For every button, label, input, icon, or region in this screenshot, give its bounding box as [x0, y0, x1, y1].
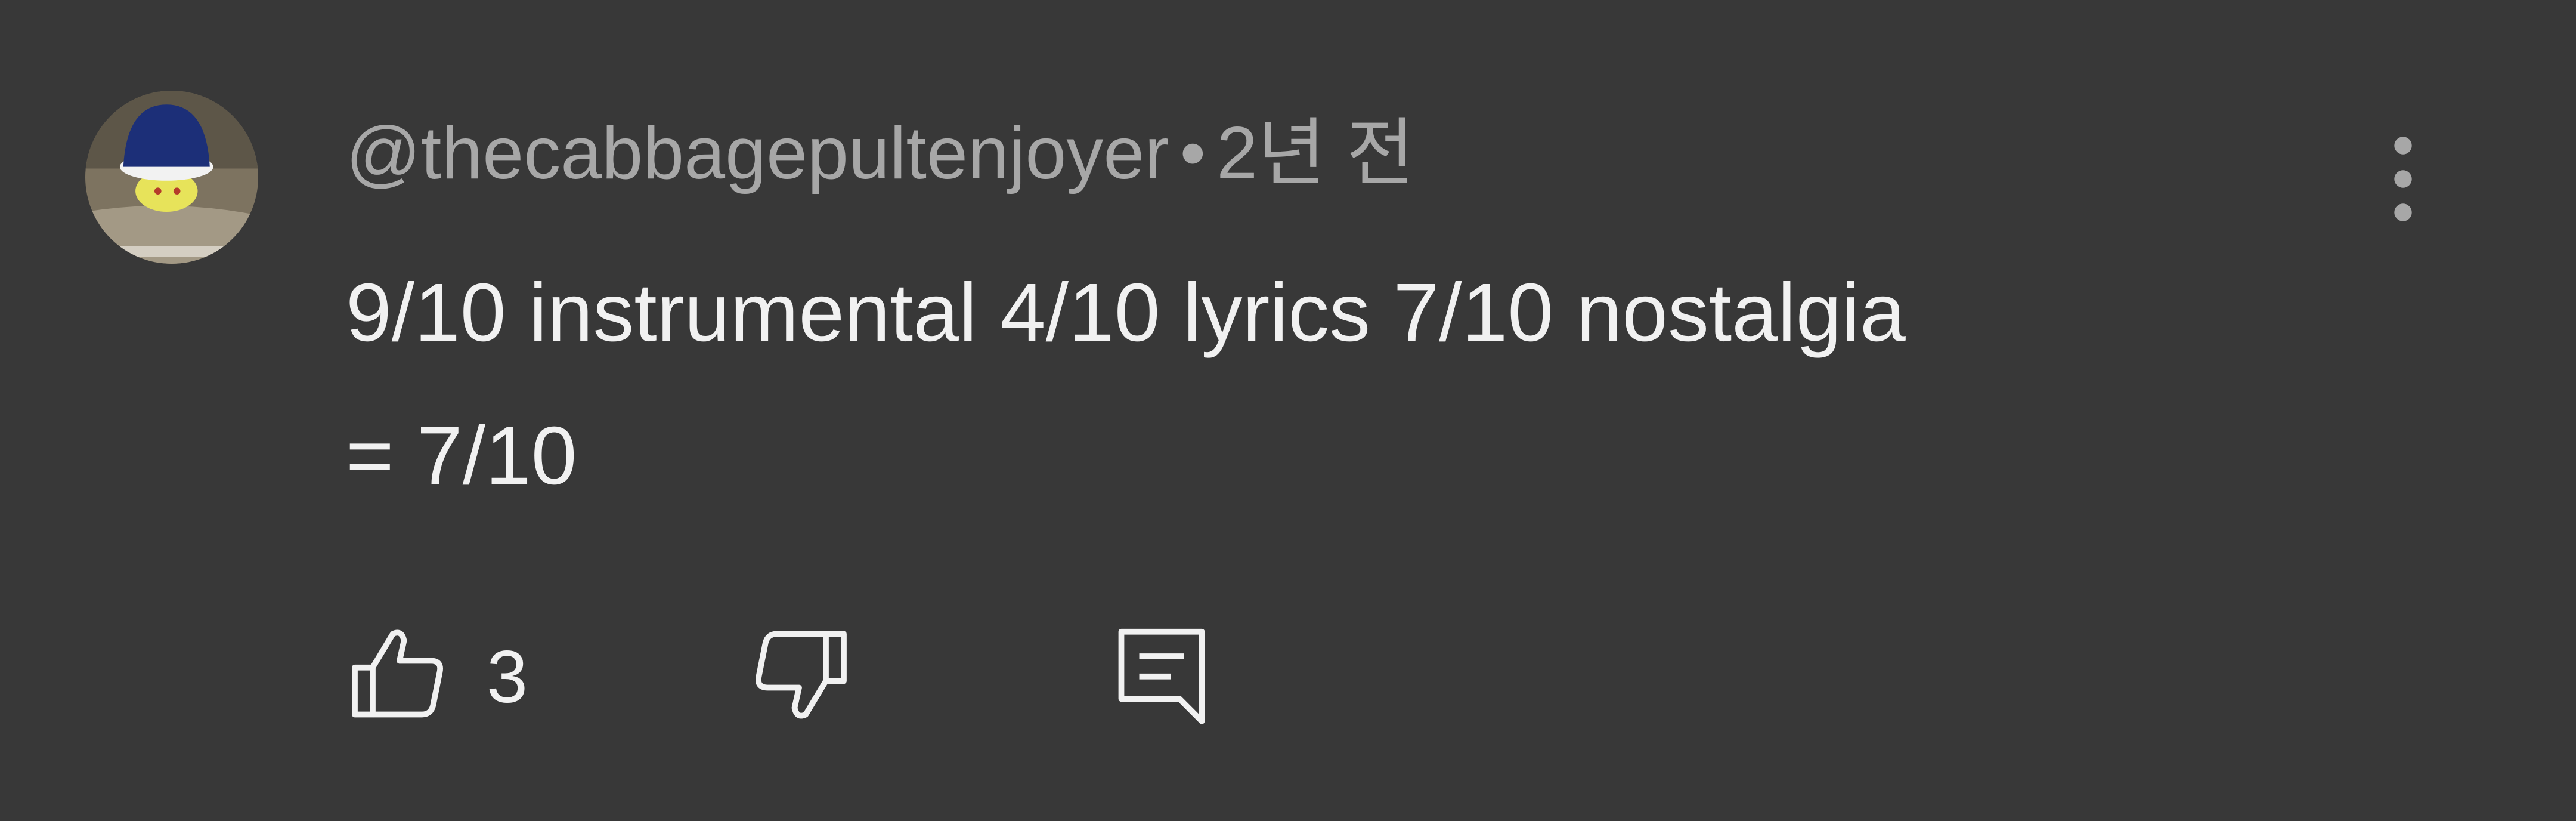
comment-text-line-1: 9/10 instrumental 4/10 lyrics 7/10 nosta…	[346, 267, 1906, 359]
dislike-button[interactable]	[745, 621, 853, 728]
like-count: 3	[487, 636, 528, 718]
author-handle[interactable]: @thecabbagepultenjoyer	[346, 112, 1169, 195]
comment-timestamp: 2년 전	[1216, 112, 1414, 195]
thumbs-up-icon	[352, 629, 443, 718]
reply-button[interactable]	[1108, 621, 1215, 728]
comment-text: 9/10 instrumental 4/10 lyrics 7/10 nosta…	[346, 241, 2373, 527]
avatar-image	[85, 91, 258, 264]
meta-separator: •	[1179, 112, 1206, 195]
comment-actions: 3	[0, 609, 2576, 728]
comment-menu-button[interactable]	[2361, 125, 2445, 233]
comment-reply-icon	[1118, 628, 1205, 724]
like-button[interactable]	[346, 621, 453, 728]
comment-text-line-2: = 7/10	[346, 410, 577, 502]
comment-meta: @thecabbagepultenjoyer • 2년 전	[346, 109, 1414, 198]
avatar[interactable]	[85, 91, 258, 264]
thumbs-down-icon	[756, 631, 847, 719]
more-vert-icon	[2394, 137, 2412, 221]
